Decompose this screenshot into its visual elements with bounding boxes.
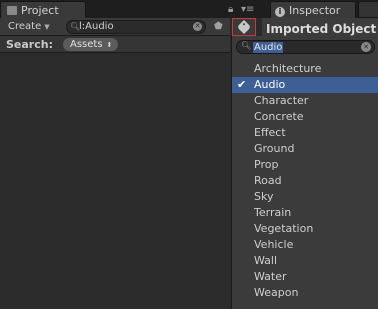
label-list: Architecture ✔ Audio Character Concrete Effec… (232, 61, 378, 301)
search-input-value: l:Audio (79, 21, 114, 32)
label-item-sky[interactable]: Sky (232, 189, 378, 205)
label-item-concrete[interactable]: Concrete (232, 109, 378, 125)
tab-inspector[interactable]: i Inspector (270, 1, 356, 18)
label-item-prop[interactable]: Prop (232, 157, 378, 173)
label-item-terrain[interactable]: Terrain (232, 205, 378, 221)
label-item-text: Concrete (254, 110, 304, 123)
lock-icon[interactable]: 🔒︎ (228, 4, 233, 15)
label-item-text: Vehicle (254, 238, 294, 251)
create-button-label: Create (8, 21, 42, 32)
checkmark-icon: ✔ (237, 78, 247, 91)
label-item-text: Wall (254, 254, 278, 267)
label-item-road[interactable]: Road (232, 173, 378, 189)
tab-project-label: Project (21, 4, 59, 17)
label-item-text: Road (254, 174, 282, 187)
label-item-text: Ground (254, 142, 295, 155)
search-scope-bar: Search: Assets ⬍ (0, 36, 230, 53)
label-dropdown: 🔍︎ Audio ✕ Architecture ✔ Audio Character Co… (231, 36, 378, 309)
label-item-text: Architecture (254, 62, 322, 75)
label-item-text: Water (254, 270, 287, 283)
chevron-down-icon: ▼ (44, 23, 50, 31)
label-item-vegetation[interactable]: Vegetation (232, 221, 378, 237)
label-search-value: Audio (253, 42, 284, 53)
search-icon: 🔍︎ (70, 22, 81, 31)
search-icon: 🔍︎ (241, 41, 252, 50)
clear-search-icon[interactable]: ✕ (193, 22, 202, 31)
search-scope-dropdown[interactable]: Assets ⬍ (63, 38, 119, 51)
project-toolbar: Create ▼ 🔍︎ l:Audio ✕ ⬟ (0, 18, 230, 36)
tab-extra[interactable] (358, 1, 378, 18)
label-item-text: Prop (254, 158, 279, 171)
label-item-water[interactable]: Water (232, 269, 378, 285)
label-item-text: Vegetation (254, 222, 314, 235)
tab-menu-icon[interactable]: ▾≡ (241, 4, 254, 15)
label-item-architecture[interactable]: Architecture (232, 61, 378, 77)
label-item-text: Effect (254, 126, 286, 139)
tag-icon (236, 19, 252, 35)
create-button[interactable]: Create ▼ (4, 20, 54, 34)
label-item-weapon[interactable]: Weapon (232, 285, 378, 301)
tab-project[interactable]: Project (0, 1, 86, 18)
label-item-audio[interactable]: ✔ Audio (232, 77, 378, 93)
label-item-text: Weapon (254, 286, 299, 299)
search-scope-label: Search: (6, 38, 53, 51)
label-item-vehicle[interactable]: Vehicle (232, 237, 378, 253)
label-item-text: Sky (254, 190, 274, 203)
label-item-text: Character (254, 94, 309, 107)
label-search-input[interactable]: 🔍︎ Audio ✕ (236, 40, 375, 54)
filter-by-label-button[interactable] (232, 18, 256, 36)
search-input[interactable]: 🔍︎ l:Audio ✕ (66, 20, 206, 34)
label-item-wall[interactable]: Wall (232, 253, 378, 269)
project-results-area (0, 54, 232, 309)
tab-inspector-label: Inspector (289, 4, 341, 17)
label-item-character[interactable]: Character (232, 93, 378, 109)
project-tab-icon (7, 6, 17, 15)
label-item-effect[interactable]: Effect (232, 125, 378, 141)
label-item-text: Audio (254, 78, 286, 91)
filter-by-type-icon[interactable]: ⬟ (214, 21, 223, 32)
info-icon: i (275, 7, 285, 17)
clear-search-icon[interactable]: ✕ (361, 42, 371, 52)
label-item-ground[interactable]: Ground (232, 141, 378, 157)
updown-arrows-icon: ⬍ (106, 41, 113, 49)
label-item-text: Terrain (254, 206, 292, 219)
tab-strip: Project 🔒︎ ▾≡ i Inspector (0, 0, 378, 18)
search-scope-value: Assets (70, 39, 103, 50)
